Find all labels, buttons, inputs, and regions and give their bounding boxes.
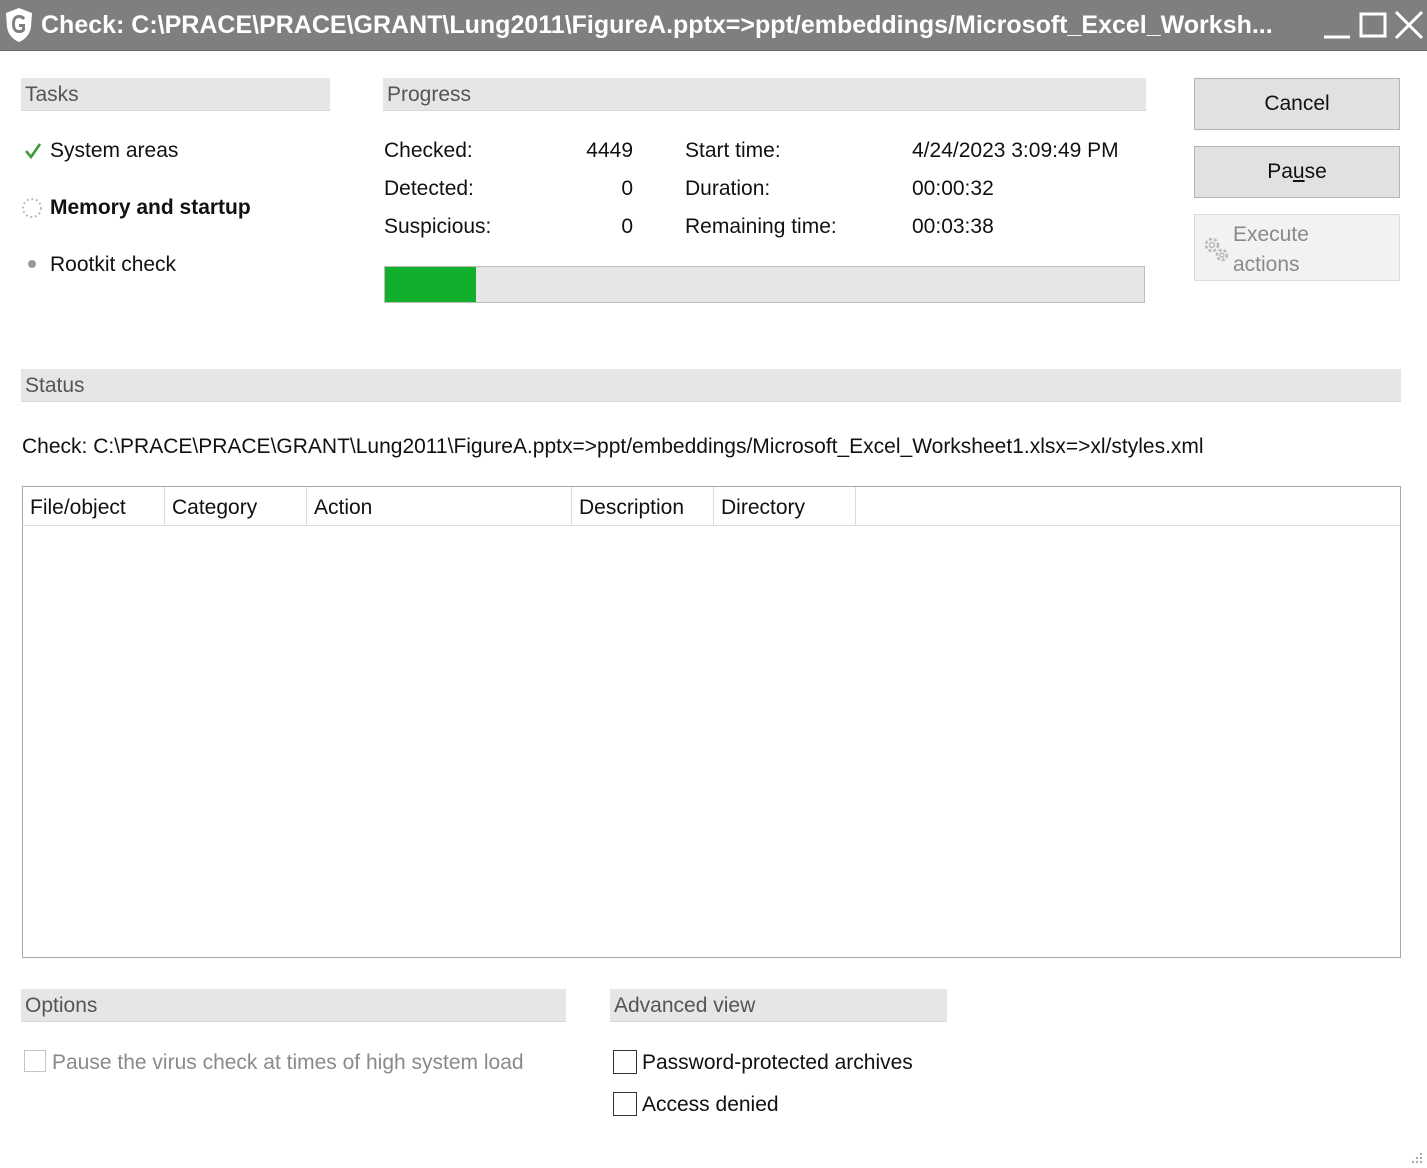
- pause-button[interactable]: Pause: [1194, 146, 1400, 198]
- maximize-button[interactable]: [1356, 8, 1390, 42]
- maximize-icon: [1359, 12, 1387, 38]
- results-table[interactable]: File/object Category Action Description …: [22, 486, 1401, 958]
- remaining-time-label: Remaining time:: [685, 215, 837, 238]
- checkbox-box[interactable]: [613, 1092, 637, 1116]
- cancel-button[interactable]: Cancel: [1194, 78, 1400, 130]
- execute-label-line1: Execute: [1233, 223, 1309, 246]
- title-bar: Check: C:\PRACE\PRACE\GRANT\Lung2011\Fig…: [0, 0, 1427, 51]
- suspicious-label: Suspicious:: [384, 215, 492, 238]
- duration-value: 00:00:32: [912, 177, 994, 200]
- progress-header: Progress: [383, 78, 1146, 111]
- start-time-value: 4/24/2023 3:09:49 PM: [912, 139, 1119, 162]
- close-icon: [1394, 10, 1424, 40]
- detected-label: Detected:: [384, 177, 474, 200]
- bullet-icon: [28, 260, 36, 268]
- status-header: Status: [21, 369, 1401, 402]
- resize-grip-icon[interactable]: [1409, 1150, 1423, 1164]
- tasks-header: Tasks: [21, 78, 330, 111]
- checked-value: 4449: [586, 139, 633, 162]
- execute-label-line2: actions: [1233, 253, 1300, 276]
- column-header-description[interactable]: Description: [572, 487, 714, 525]
- minimize-button[interactable]: [1320, 8, 1354, 42]
- window-title: Check: C:\PRACE\PRACE\GRANT\Lung2011\Fig…: [41, 11, 1273, 39]
- spinner-icon: [22, 198, 42, 218]
- checkbox-box[interactable]: [24, 1050, 46, 1072]
- minimize-icon: [1324, 35, 1350, 39]
- detected-value: 0: [621, 177, 633, 200]
- column-header-directory[interactable]: Directory: [714, 487, 856, 525]
- checkmark-icon: [25, 143, 42, 160]
- task-label: System areas: [50, 139, 179, 162]
- options-header: Options: [21, 989, 566, 1022]
- column-header-action[interactable]: Action: [307, 487, 572, 525]
- start-time-label: Start time:: [685, 139, 781, 162]
- progress-bar: [384, 266, 1145, 303]
- column-header-file-object[interactable]: File/object: [23, 487, 165, 525]
- checkbox-label: Pause the virus check at times of high s…: [52, 1051, 524, 1074]
- results-table-header: File/object Category Action Description …: [23, 487, 1400, 526]
- column-header-category[interactable]: Category: [165, 487, 307, 525]
- execute-actions-button[interactable]: Execute actions: [1194, 214, 1400, 281]
- checkbox-box[interactable]: [613, 1050, 637, 1074]
- gears-icon: [1204, 237, 1229, 262]
- task-label: Memory and startup: [50, 196, 251, 219]
- checkbox-label: Access denied: [642, 1093, 779, 1116]
- checked-label: Checked:: [384, 139, 473, 162]
- checkbox-label: Password-protected archives: [642, 1051, 913, 1074]
- status-text: Check: C:\PRACE\PRACE\GRANT\Lung2011\Fig…: [22, 435, 1204, 458]
- advanced-view-header: Advanced view: [610, 989, 947, 1022]
- remaining-time-value: 00:03:38: [912, 215, 994, 238]
- progress-bar-fill: [385, 267, 477, 302]
- shield-logo-icon: [6, 8, 32, 42]
- task-label: Rootkit check: [50, 253, 177, 276]
- close-button[interactable]: [1392, 8, 1426, 42]
- suspicious-value: 0: [621, 215, 633, 238]
- duration-label: Duration:: [685, 177, 771, 200]
